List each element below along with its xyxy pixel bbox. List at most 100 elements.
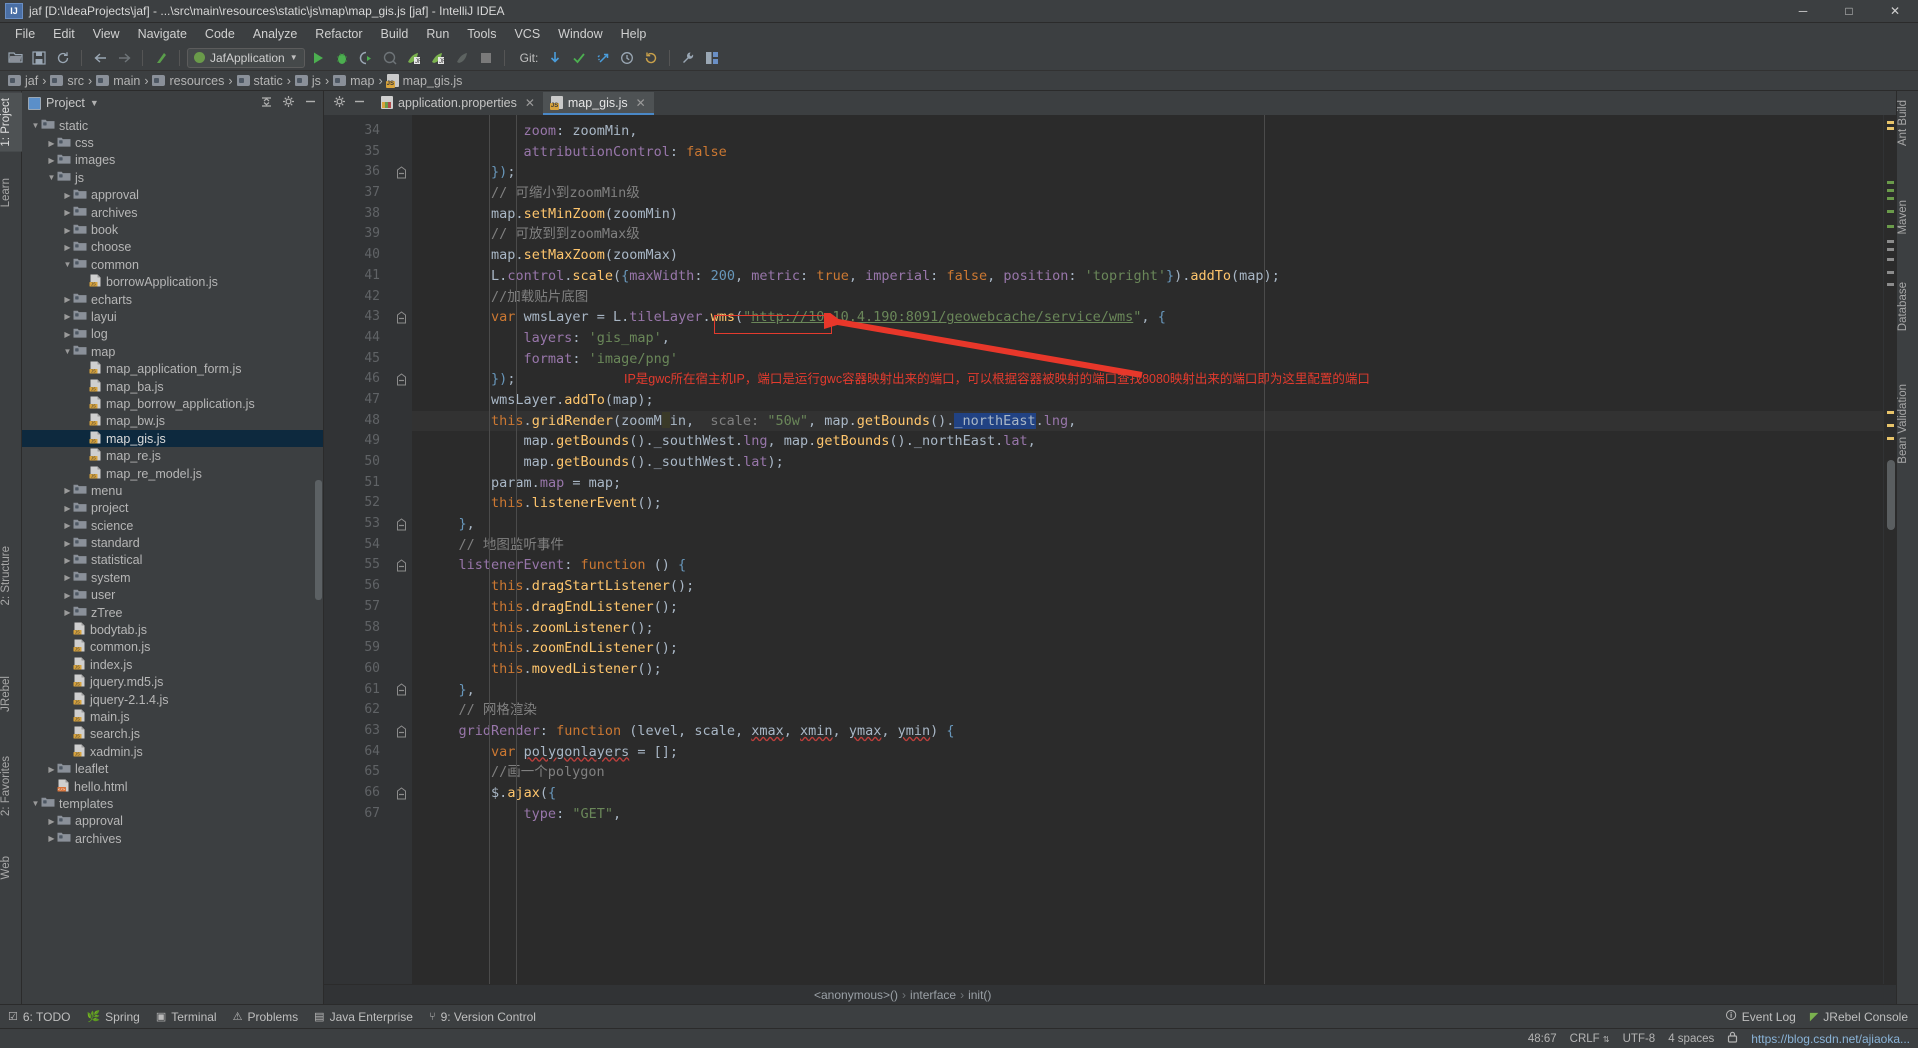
sidebar-item-structure[interactable]: 2: Structure: [0, 541, 22, 610]
run-with-coverage-icon[interactable]: [355, 47, 377, 69]
sidebar-item-maven[interactable]: Maven: [1897, 195, 1918, 240]
code-line[interactable]: map.setMinZoom(zoomMin): [412, 204, 1883, 225]
settings-gear-icon[interactable]: [333, 95, 346, 111]
code-editor[interactable]: 3435363738394041424344454647484950515253…: [324, 115, 1896, 984]
chevron-down-icon[interactable]: ▼: [30, 799, 41, 808]
jrebel-debug-icon[interactable]: JR: [427, 47, 449, 69]
sidebar-item-learn[interactable]: Learn: [0, 173, 22, 212]
maximize-button[interactable]: □: [1826, 0, 1872, 23]
menu-item-build[interactable]: Build: [372, 25, 418, 43]
code-line[interactable]: var wmsLayer = L.tileLayer.wms("http://1…: [412, 307, 1883, 328]
menu-item-navigate[interactable]: Navigate: [129, 25, 196, 43]
code-line[interactable]: map.setMaxZoom(zoomMax): [412, 245, 1883, 266]
project-structure-icon[interactable]: [701, 47, 723, 69]
code-line[interactable]: this.dragStartListener();: [412, 576, 1883, 597]
menu-item-code[interactable]: Code: [196, 25, 244, 43]
code-line[interactable]: L.control.scale({maxWidth: 200, metric: …: [412, 266, 1883, 287]
chevron-down-icon[interactable]: ▼: [62, 260, 73, 269]
tree-row[interactable]: JSsearch.js: [22, 726, 323, 743]
fold-gutter[interactable]: [390, 115, 412, 984]
project-tree[interactable]: ▼static▶css▶images▼js▶approval▶archives▶…: [22, 115, 323, 1004]
editor-breadcrumb-item[interactable]: interface: [910, 988, 956, 1002]
tree-row[interactable]: ▶echarts: [22, 291, 323, 308]
menu-item-run[interactable]: Run: [417, 25, 458, 43]
code-line[interactable]: //加载贴片底图: [412, 287, 1883, 308]
fold-collapse-icon[interactable]: [390, 514, 412, 535]
window-controls[interactable]: ─ □ ✕: [1780, 0, 1918, 23]
save-all-icon[interactable]: [28, 47, 50, 69]
fold-collapse-icon[interactable]: [390, 369, 412, 390]
git-push-icon[interactable]: [592, 47, 614, 69]
close-icon[interactable]: ✕: [636, 96, 646, 110]
tree-row[interactable]: ▶project: [22, 500, 323, 517]
editor-breadcrumb-item[interactable]: init(): [968, 988, 991, 1002]
sidebar-item-web[interactable]: Web: [0, 851, 22, 884]
chevron-right-icon[interactable]: ▶: [62, 312, 73, 321]
sidebar-item-favorites[interactable]: 2: Favorites: [0, 751, 22, 821]
tree-row[interactable]: JSmap_re.js: [22, 447, 323, 464]
menu-item-edit[interactable]: Edit: [44, 25, 84, 43]
tree-row[interactable]: JSxadmin.js: [22, 743, 323, 760]
tree-row[interactable]: ▶images: [22, 152, 323, 169]
code-line[interactable]: this.zoomEndListener();: [412, 638, 1883, 659]
breadcrumb-item-src[interactable]: src: [48, 74, 86, 88]
chevron-right-icon[interactable]: ▶: [62, 539, 73, 548]
bottom-tab-problems[interactable]: ⚠Problems: [233, 1010, 299, 1024]
open-folder-icon[interactable]: [4, 47, 26, 69]
breadcrumb-item-static[interactable]: static: [235, 74, 285, 88]
tree-row[interactable]: ▶system: [22, 569, 323, 586]
bottom-tab-jrebel-console[interactable]: ◤JRebel Console: [1810, 1010, 1908, 1024]
menu-item-file[interactable]: File: [6, 25, 44, 43]
back-arrow-icon[interactable]: [89, 47, 111, 69]
code-line[interactable]: var polygonlayers = [];: [412, 742, 1883, 763]
hide-minus-icon[interactable]: [304, 95, 317, 111]
tree-row[interactable]: ▶leaflet: [22, 760, 323, 777]
debug-icon[interactable]: [331, 47, 353, 69]
tree-row[interactable]: JSmap_borrow_application.js: [22, 395, 323, 412]
tree-row[interactable]: ▼js: [22, 169, 323, 186]
tree-row[interactable]: </>hello.html: [22, 778, 323, 795]
tree-row[interactable]: ▶approval: [22, 187, 323, 204]
fold-collapse-icon[interactable]: [390, 680, 412, 701]
tree-row[interactable]: ▶log: [22, 326, 323, 343]
tree-row[interactable]: ▶book: [22, 221, 323, 238]
chevron-down-icon[interactable]: ▼: [46, 173, 57, 182]
menu-item-help[interactable]: Help: [612, 25, 656, 43]
git-history-icon[interactable]: [616, 47, 638, 69]
tree-row[interactable]: JSbodytab.js: [22, 621, 323, 638]
bottom-tab-terminal[interactable]: ▣Terminal: [156, 1010, 217, 1024]
chevron-down-icon[interactable]: ▼: [30, 121, 41, 130]
chevron-right-icon[interactable]: ▶: [62, 226, 73, 235]
tree-row[interactable]: ▶layui: [22, 308, 323, 325]
fold-collapse-icon[interactable]: [390, 555, 412, 576]
code-line[interactable]: this.dragEndListener();: [412, 597, 1883, 618]
chevron-right-icon[interactable]: ▶: [62, 556, 73, 565]
line-separator[interactable]: CRLF ⇅: [1570, 1033, 1610, 1045]
code-line[interactable]: // 地图监听事件: [412, 535, 1883, 556]
caret-position[interactable]: 48:67: [1528, 1033, 1557, 1045]
tree-row[interactable]: JSborrowApplication.js: [22, 274, 323, 291]
code-line[interactable]: });: [412, 162, 1883, 183]
fold-collapse-icon[interactable]: [390, 783, 412, 804]
tree-row[interactable]: JSjquery-2.1.4.js: [22, 691, 323, 708]
sync-icon[interactable]: [52, 47, 74, 69]
chevron-right-icon[interactable]: ▶: [62, 521, 73, 530]
tree-row[interactable]: ▼templates: [22, 795, 323, 812]
code-line[interactable]: // 网格渲染: [412, 700, 1883, 721]
code-line[interactable]: zoom: zoomMin,: [412, 121, 1883, 142]
menu-item-view[interactable]: View: [84, 25, 129, 43]
tree-row[interactable]: ▶choose: [22, 239, 323, 256]
tree-row[interactable]: ▶user: [22, 587, 323, 604]
fold-collapse-icon[interactable]: [390, 307, 412, 328]
sidebar-item-database[interactable]: Database: [1897, 277, 1918, 336]
chevron-right-icon[interactable]: ▶: [62, 504, 73, 513]
code-line[interactable]: attributionControl: false: [412, 142, 1883, 163]
code-line[interactable]: // 可缩小到zoomMin级: [412, 183, 1883, 204]
breadcrumb-item-jaf[interactable]: jaf: [6, 74, 40, 88]
code-line[interactable]: listenerEvent: function () {: [412, 555, 1883, 576]
git-rollback-icon[interactable]: [640, 47, 662, 69]
chevron-right-icon[interactable]: ▶: [62, 208, 73, 217]
editor-vertical-scrollbar[interactable]: [1887, 460, 1895, 530]
breadcrumb-item-main[interactable]: main: [94, 74, 142, 88]
run-icon[interactable]: [307, 47, 329, 69]
